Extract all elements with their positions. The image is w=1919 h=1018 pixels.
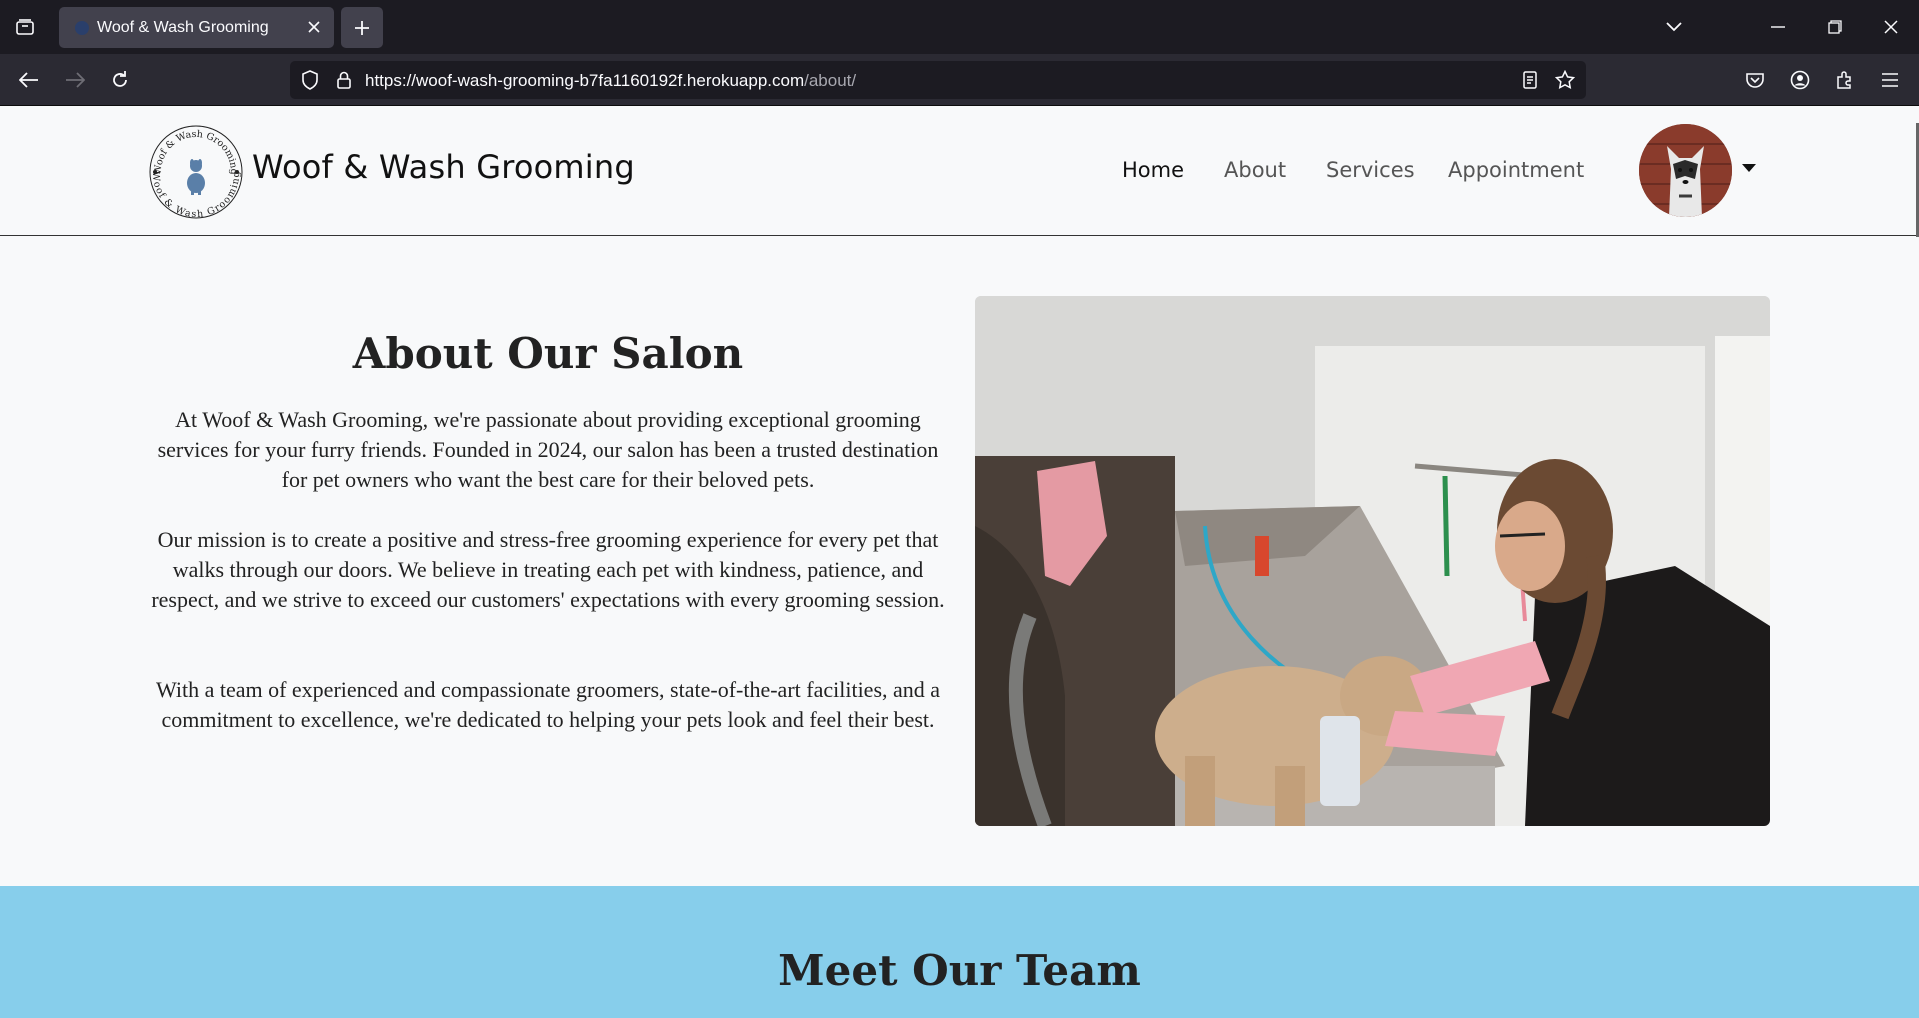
tab-overflow-chevron-icon[interactable]: [1654, 12, 1694, 42]
minimize-icon[interactable]: [1758, 12, 1798, 42]
tab-list-icon[interactable]: [8, 12, 42, 42]
restore-icon[interactable]: [1815, 12, 1855, 42]
site-brand[interactable]: Woof & Wash Grooming: [252, 148, 635, 186]
tab-title: Woof & Wash Grooming: [97, 18, 269, 36]
about-section: About Our Salon At Woof & Wash Grooming,…: [0, 237, 1919, 886]
forward-icon[interactable]: [58, 64, 92, 96]
dog-logo-icon: [187, 159, 205, 195]
nav-appointment[interactable]: Appointment: [1448, 158, 1584, 182]
nav-home[interactable]: Home: [1122, 158, 1184, 182]
about-title: About Our Salon: [352, 329, 744, 378]
team-title: Meet Our Team: [778, 946, 1141, 995]
site-header: Woof & Wash Grooming Woof & Wash Groomin…: [0, 106, 1919, 236]
bookmark-star-icon[interactable]: [1552, 68, 1578, 92]
close-window-icon[interactable]: [1871, 12, 1911, 42]
browser-tab-active[interactable]: Woof & Wash Grooming: [59, 7, 334, 48]
extensions-icon[interactable]: [1828, 64, 1862, 96]
nav-about[interactable]: About: [1224, 158, 1286, 182]
browser-tabbar: Woof & Wash Grooming: [0, 0, 1919, 54]
about-paragraph-2: Our mission is to create a positive and …: [151, 527, 945, 612]
pocket-icon[interactable]: [1738, 64, 1772, 96]
nav-services[interactable]: Services: [1326, 158, 1415, 182]
url-text: https://woof-wash-grooming-b7fa1160192f.…: [365, 71, 856, 91]
browser-navbar: https://woof-wash-grooming-b7fa1160192f.…: [0, 54, 1919, 106]
new-tab-button[interactable]: [341, 7, 383, 48]
lock-icon[interactable]: [331, 68, 357, 92]
back-icon[interactable]: [12, 64, 46, 96]
menu-hamburger-icon[interactable]: [1873, 64, 1907, 96]
address-bar[interactable]: https://woof-wash-grooming-b7fa1160192f.…: [290, 61, 1586, 99]
url-host: https://woof-wash-grooming-b7fa1160192f.…: [365, 71, 805, 90]
shield-icon[interactable]: [297, 68, 323, 92]
team-section: Meet Our Team: [0, 886, 1919, 1018]
favicon-icon: [75, 20, 89, 35]
about-paragraph-1: At Woof & Wash Grooming, we're passionat…: [157, 407, 939, 492]
tab-close-icon[interactable]: [304, 17, 324, 37]
salon-photo: [975, 296, 1770, 826]
url-path: /about/: [804, 71, 857, 90]
about-paragraph-3: With a team of experienced and compassio…: [155, 677, 941, 732]
reload-icon[interactable]: [103, 64, 137, 96]
avatar[interactable]: [1639, 124, 1732, 217]
avatar-dropdown-caret-icon[interactable]: [1742, 164, 1756, 172]
site-logo[interactable]: Woof & Wash Grooming Woof & Wash Groomin…: [147, 123, 245, 221]
reader-view-icon[interactable]: [1517, 68, 1543, 92]
account-icon[interactable]: [1783, 64, 1817, 96]
